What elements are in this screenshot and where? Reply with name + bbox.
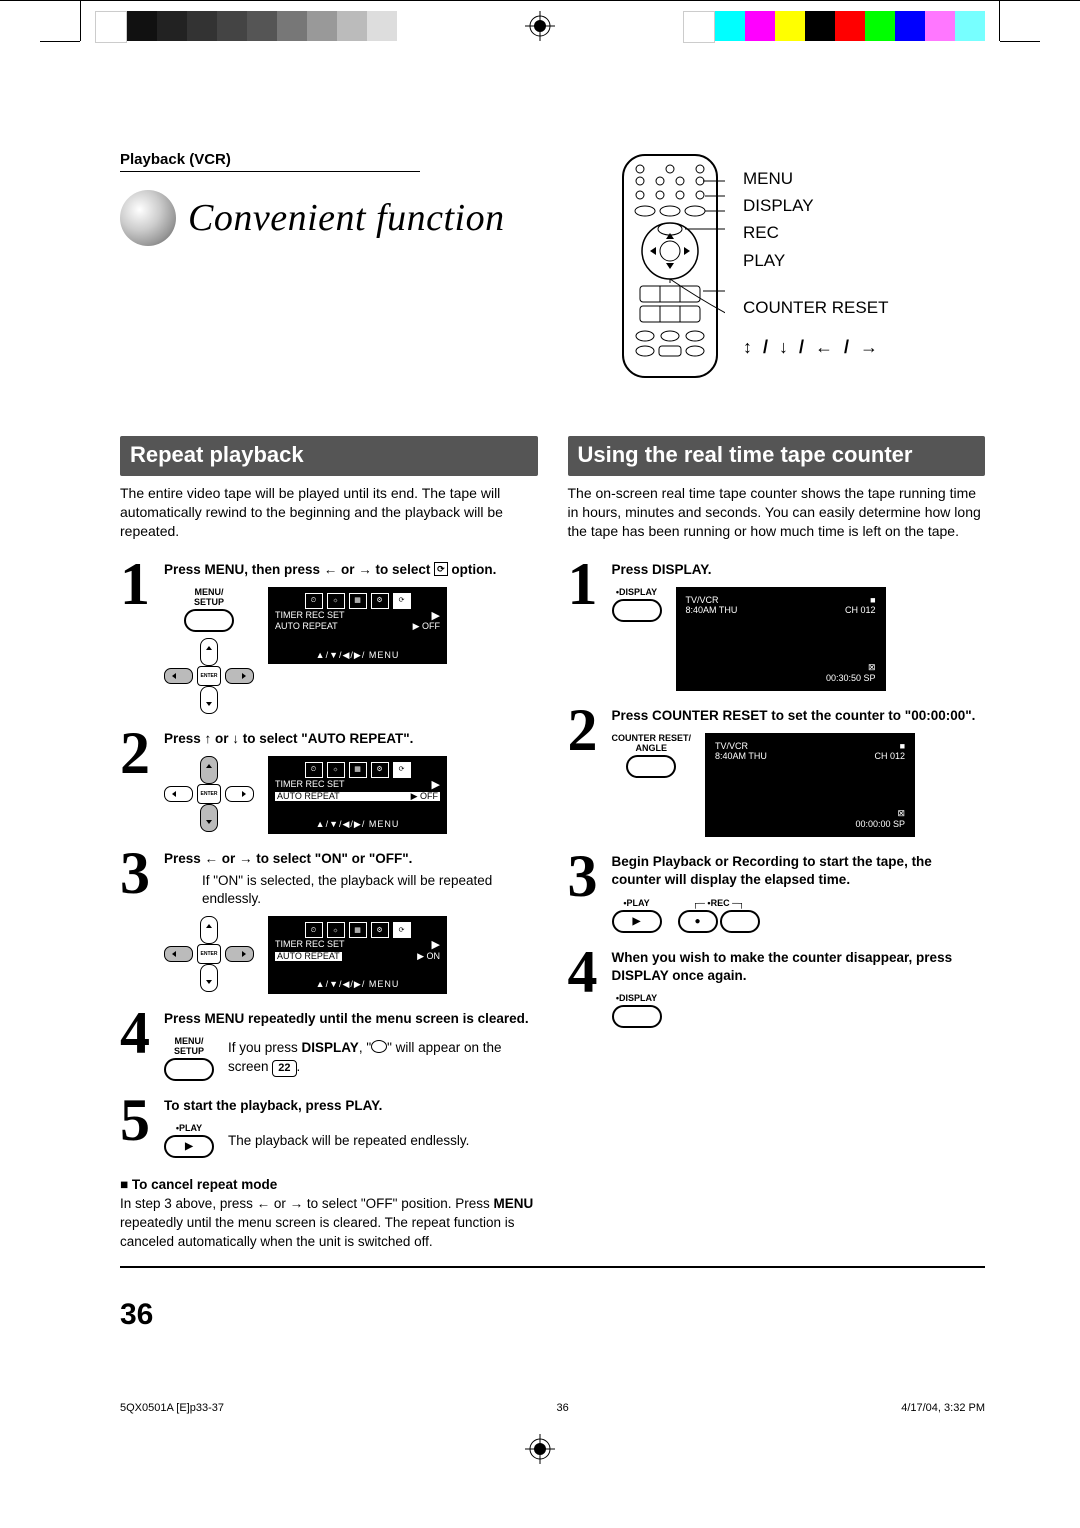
breadcrumb: Playback (VCR): [120, 151, 420, 172]
loop-indicator-icon: [371, 1040, 387, 1053]
heading-counter: Using the real time tape counter: [568, 436, 986, 476]
color-bar-left: [95, 11, 397, 43]
page-number: 36: [120, 1298, 985, 1332]
remote-label-counter: COUNTER RESET: [743, 294, 888, 321]
down-arrow-icon: [200, 804, 218, 832]
remote-control-icon: [615, 151, 725, 386]
tv-osd-2: TV/VCR■ 8:40AM THUCH 012 ⊠00:00:00 SP: [705, 733, 915, 837]
page-title: Convenient function: [188, 196, 505, 240]
intro-repeat: The entire video tape will be played unt…: [120, 484, 538, 541]
remote-label-arrows: ↕ / ↓ / ← / →: [743, 333, 888, 362]
right-step-1: 1 Press DISPLAY. •DISPLAY TV/VCR■ 8:40AM…: [568, 559, 986, 691]
decorative-sphere-icon: [120, 190, 176, 246]
left-step-5: 5 To start the playback, press PLAY. •PL…: [120, 1095, 538, 1158]
osd-step2: ⏲☼▦⚙⟳ TIMER REC SET▶ AUTO REPEAT▶ OFF ▲/…: [268, 756, 447, 833]
left-step-2: 2 Press ↑ or ↓ to select "AUTO REPEAT". …: [120, 728, 538, 834]
remote-illustration: MENU DISPLAY REC PLAY COUNTER RESET ↕ / …: [615, 151, 985, 386]
right-step-4: 4 When you wish to make the counter disa…: [568, 947, 986, 1028]
menu-button-label: MENU/ SETUP: [164, 587, 254, 607]
loop-tab-icon: ⟳: [393, 593, 411, 609]
left-step-3: 3 Press ← or → to select "ON" or "OFF". …: [120, 848, 538, 994]
left-step-4: 4 Press MENU repeatedly until the menu s…: [120, 1008, 538, 1081]
left-arrow-icon: [164, 668, 193, 684]
remote-label-play: PLAY: [743, 247, 888, 274]
loop-option-icon: ⟳: [434, 562, 448, 576]
color-bar-right: [683, 11, 985, 43]
col-repeat-playback: Repeat playback The entire video tape wi…: [120, 436, 538, 1252]
menu-button-icon: [164, 1058, 214, 1081]
registration-mark-bottom: [0, 1434, 1080, 1474]
right-arrow-icon: [225, 668, 254, 684]
osd-step1: ⏲☼▦⚙⟳ TIMER REC SET▶ AUTO REPEAT▶ OFF ▲/…: [268, 587, 447, 664]
footer-timestamp: 4/17/04, 3:32 PM: [901, 1402, 985, 1414]
remote-label-display: DISPLAY: [743, 192, 888, 219]
remote-labels: MENU DISPLAY REC PLAY COUNTER RESET ↕ / …: [743, 151, 888, 362]
display-button-icon: [612, 1005, 662, 1028]
registration-mark-icon: [525, 11, 555, 41]
tv-osd-1: TV/VCR■ 8:40AM THUCH 012 ⊠00:30:50 SP: [676, 587, 886, 691]
menu-button-icon: [184, 609, 234, 632]
print-footer: 5QX0501A [E]p33-37 36 4/17/04, 3:32 PM: [0, 1372, 1080, 1434]
footer-docid: 5QX0501A [E]p33-37: [120, 1402, 224, 1414]
cancel-repeat-note: To cancel repeat mode In step 3 above, p…: [120, 1176, 538, 1252]
printer-marks-top: [0, 0, 1080, 61]
enter-button-icon: ENTER: [197, 666, 221, 686]
display-button-icon: [612, 599, 662, 622]
page-ref: 22: [272, 1060, 296, 1077]
rec-pair-button-icon: [720, 910, 760, 933]
osd-step3: ⏲☼▦⚙⟳ TIMER REC SET▶ AUTO REPEAT▶ ON ▲/▼…: [268, 916, 447, 993]
intro-counter: The on-screen real time tape counter sho…: [568, 484, 986, 541]
col-tape-counter: Using the real time tape counter The on-…: [568, 436, 986, 1252]
play-button-icon: ▶: [164, 1135, 214, 1158]
page-number-rule: [120, 1266, 985, 1268]
footer-page: 36: [556, 1402, 568, 1414]
remote-label-rec: REC: [743, 219, 888, 246]
remote-label-menu: MENU: [743, 165, 888, 192]
counter-reset-button-icon: [626, 755, 676, 778]
left-step-1: 1 Press MENU, then press ← or → to selec…: [120, 559, 538, 714]
up-arrow-icon: [200, 756, 218, 784]
play-button-icon: ▶: [612, 910, 662, 933]
page-content: Playback (VCR) Convenient function: [0, 61, 1080, 1372]
right-step-3: 3 Begin Playback or Recording to start t…: [568, 851, 986, 932]
heading-repeat: Repeat playback: [120, 436, 538, 476]
rec-button-icon: ●: [678, 910, 718, 933]
right-step-2: 2 Press COUNTER RESET to set the counter…: [568, 705, 986, 837]
